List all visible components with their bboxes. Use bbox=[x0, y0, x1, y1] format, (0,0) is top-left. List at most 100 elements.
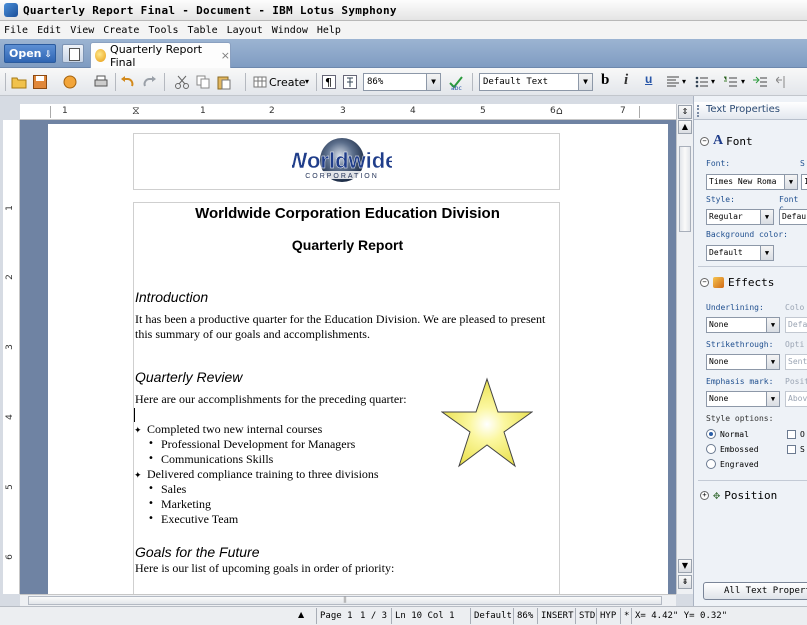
italic-button[interactable]: i bbox=[624, 72, 628, 89]
status-insert-mode[interactable]: INSERT bbox=[537, 608, 575, 624]
radio-normal[interactable] bbox=[706, 429, 716, 439]
chevron-down-icon[interactable]: ▼ bbox=[784, 175, 797, 189]
chevron-down-icon[interactable]: ▼ bbox=[760, 210, 773, 224]
grip-icon[interactable] bbox=[697, 105, 701, 117]
underline-button[interactable]: u bbox=[645, 72, 652, 86]
font-size-combo[interactable]: 1 bbox=[801, 174, 807, 190]
undo-icon[interactable] bbox=[120, 74, 136, 90]
all-text-properties-button[interactable]: All Text Properties bbox=[703, 582, 807, 600]
font-name-combo[interactable]: Times New Roma ▼ bbox=[706, 174, 798, 190]
export-icon[interactable] bbox=[62, 74, 78, 90]
document-page[interactable]: Worldwide CORPORATION Worldwide Corporat… bbox=[48, 124, 668, 594]
font-style-combo[interactable]: Regular ▼ bbox=[706, 209, 774, 225]
create-button[interactable]: Create bbox=[269, 76, 306, 89]
collapse-icon[interactable]: − bbox=[700, 136, 709, 146]
numbering-icon[interactable] bbox=[723, 74, 739, 90]
logo-frame[interactable]: Worldwide CORPORATION bbox=[133, 133, 560, 190]
horizontal-ruler[interactable]: 1 ⧖ 1 2 3 4 5 6 ⌂ 7 bbox=[20, 104, 676, 120]
position-section-header[interactable]: + ✥ Position bbox=[700, 488, 777, 502]
create-table-icon[interactable] bbox=[252, 74, 268, 90]
chevron-down-icon[interactable]: ▾ bbox=[682, 77, 686, 86]
scroll-thumb[interactable] bbox=[679, 146, 691, 232]
bold-button[interactable]: b bbox=[601, 72, 609, 89]
menu-table[interactable]: Table bbox=[188, 25, 218, 36]
status-page[interactable]: Page 1 bbox=[316, 608, 357, 624]
paragraph-marks-icon[interactable]: ¶ bbox=[321, 74, 337, 90]
chevron-down-icon[interactable]: ▾ bbox=[305, 77, 309, 86]
properties-panel: Text Properties − A Font Font: S Times N… bbox=[693, 96, 807, 608]
emphasis-position-combo[interactable]: Abov bbox=[785, 391, 807, 407]
page-down-icon[interactable]: ⇟ bbox=[678, 575, 692, 589]
redo-icon[interactable] bbox=[141, 74, 157, 90]
paste-icon[interactable] bbox=[216, 74, 232, 90]
ruler-label: 3 bbox=[4, 344, 15, 350]
vertical-scrollbar[interactable]: ⇕ ▲ ▼ ⇟ bbox=[676, 104, 693, 594]
status-selection-mode[interactable]: STD bbox=[575, 608, 596, 624]
status-zoom[interactable]: 86% bbox=[513, 608, 537, 624]
left-indent-marker[interactable]: ⧖ bbox=[132, 104, 140, 118]
chevron-down-icon[interactable]: ▼ bbox=[426, 74, 440, 90]
report-text-frame[interactable]: Worldwide Corporation Education Division… bbox=[133, 202, 560, 594]
menu-view[interactable]: View bbox=[70, 25, 94, 36]
checkbox-outline[interactable] bbox=[787, 430, 796, 439]
align-icon[interactable] bbox=[665, 74, 681, 90]
bullets-icon[interactable] bbox=[694, 74, 710, 90]
chevron-down-icon[interactable]: ▼ bbox=[578, 74, 592, 90]
menu-file[interactable]: File bbox=[4, 25, 28, 36]
tab-document[interactable]: Quarterly Report Final × bbox=[90, 42, 231, 69]
checkbox-shadow[interactable] bbox=[787, 445, 796, 454]
strikethrough-combo[interactable]: None ▼ bbox=[706, 354, 780, 370]
font-section-header[interactable]: − A Font bbox=[700, 133, 753, 149]
radio-engraved[interactable] bbox=[706, 459, 716, 469]
status-arrow-icon[interactable]: ▲ bbox=[298, 610, 304, 619]
radio-embossed[interactable] bbox=[706, 444, 716, 454]
expand-icon[interactable]: + bbox=[700, 490, 709, 500]
status-style[interactable]: Default bbox=[470, 608, 513, 624]
save-icon[interactable] bbox=[32, 74, 48, 90]
menu-layout[interactable]: Layout bbox=[227, 25, 263, 36]
home-tab-icon[interactable] bbox=[62, 44, 84, 63]
navigator-icon[interactable] bbox=[342, 74, 358, 90]
close-tab-icon[interactable]: × bbox=[221, 49, 230, 62]
strike-option-combo[interactable]: Sent bbox=[785, 354, 807, 370]
menu-tools[interactable]: Tools bbox=[148, 25, 178, 36]
chevron-down-icon[interactable]: ▼ bbox=[766, 392, 779, 406]
collapse-icon[interactable]: − bbox=[700, 278, 709, 287]
chevron-down-icon[interactable]: ▼ bbox=[766, 355, 779, 369]
scroll-thumb[interactable]: ⫼ bbox=[28, 596, 662, 605]
chevron-down-icon[interactable]: ▾ bbox=[711, 77, 715, 86]
decrease-indent-icon[interactable] bbox=[776, 74, 792, 90]
horizontal-scrollbar[interactable]: ⫼ bbox=[20, 594, 676, 606]
strike-option-value: Sent bbox=[788, 357, 807, 366]
document-canvas[interactable]: Worldwide CORPORATION Worldwide Corporat… bbox=[20, 120, 676, 594]
background-color-combo[interactable]: Default ▼ bbox=[706, 245, 774, 261]
print-icon[interactable] bbox=[93, 74, 109, 90]
menu-edit[interactable]: Edit bbox=[37, 25, 61, 36]
font-color-combo[interactable]: Defau bbox=[779, 209, 807, 225]
emphasis-combo[interactable]: None ▼ bbox=[706, 391, 780, 407]
status-hyperlink-mode[interactable]: HYP bbox=[596, 608, 620, 624]
menu-window[interactable]: Window bbox=[272, 25, 308, 36]
star-shape[interactable] bbox=[441, 376, 533, 470]
cut-icon[interactable] bbox=[174, 74, 190, 90]
underlining-combo[interactable]: None ▼ bbox=[706, 317, 780, 333]
split-view-icon[interactable]: ⇕ bbox=[678, 105, 692, 119]
effects-section-header[interactable]: − Effects bbox=[700, 276, 774, 289]
right-indent-marker[interactable]: ⌂ bbox=[556, 104, 563, 117]
chevron-down-icon[interactable]: ▾ bbox=[741, 77, 745, 86]
vertical-ruler[interactable]: 1 2 3 4 5 6 bbox=[3, 120, 20, 594]
menu-create[interactable]: Create bbox=[103, 25, 139, 36]
scroll-up-icon[interactable]: ▲ bbox=[678, 120, 692, 134]
open-folder-icon[interactable] bbox=[11, 74, 27, 90]
copy-icon[interactable] bbox=[195, 74, 211, 90]
scroll-down-icon[interactable]: ▼ bbox=[678, 559, 692, 573]
chevron-down-icon[interactable]: ▼ bbox=[760, 246, 773, 260]
menu-help[interactable]: Help bbox=[317, 25, 341, 36]
underline-color-combo[interactable]: Defa bbox=[785, 317, 807, 333]
open-button[interactable]: Open ⇩ bbox=[4, 44, 56, 63]
chevron-down-icon[interactable]: ▼ bbox=[766, 318, 779, 332]
spellcheck-icon[interactable]: abc bbox=[448, 74, 464, 90]
paragraph-style-combo[interactable]: Default Text ▼ bbox=[479, 73, 593, 91]
increase-indent-icon[interactable] bbox=[752, 74, 768, 90]
zoom-combo[interactable]: 86% ▼ bbox=[363, 73, 441, 91]
